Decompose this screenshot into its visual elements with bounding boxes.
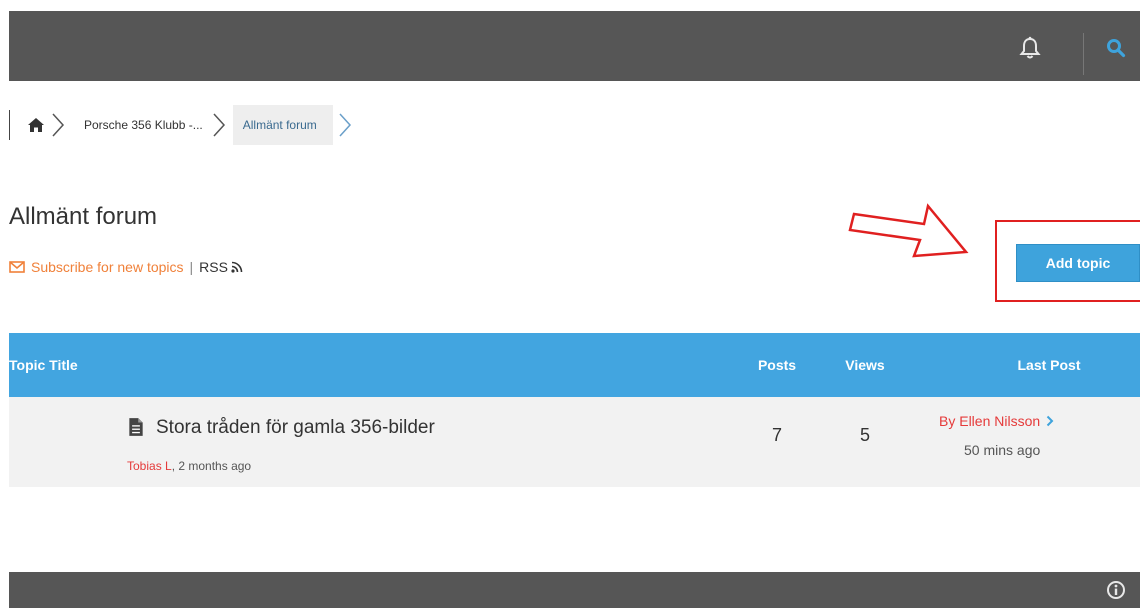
rss-link[interactable]: RSS bbox=[199, 259, 243, 275]
table-row-content: Stora tråden för gamla 356-bilder Tobias… bbox=[9, 333, 1140, 487]
search-icon[interactable] bbox=[1099, 31, 1133, 65]
subscribe-link[interactable]: Subscribe for new topics bbox=[9, 259, 184, 275]
envelope-icon bbox=[9, 261, 25, 273]
breadcrumb-current-label: Allmänt forum bbox=[242, 118, 317, 132]
rss-icon bbox=[231, 261, 243, 273]
chevron-right-icon bbox=[46, 105, 70, 145]
document-icon bbox=[129, 418, 143, 436]
last-post-author: By Ellen Nilsson bbox=[939, 413, 1041, 429]
separator: | bbox=[189, 259, 194, 275]
breadcrumb-item-current[interactable]: Allmänt forum bbox=[232, 105, 333, 145]
footer-bar bbox=[9, 572, 1140, 608]
add-topic-button[interactable]: Add topic bbox=[1016, 244, 1140, 282]
posts-count: 7 bbox=[771, 425, 782, 445]
annotation-arrow-icon bbox=[848, 203, 969, 258]
chevron-right-icon bbox=[207, 105, 231, 145]
bell-icon[interactable] bbox=[1013, 31, 1047, 65]
breadcrumb-divider bbox=[9, 110, 10, 140]
subscribe-label: Subscribe for new topics bbox=[31, 259, 184, 275]
home-icon[interactable] bbox=[26, 115, 46, 135]
top-navbar bbox=[9, 11, 1140, 81]
views-count: 5 bbox=[859, 425, 870, 445]
page-title: Allmänt forum bbox=[9, 203, 158, 230]
topic-author-link[interactable]: Tobias L bbox=[127, 459, 172, 473]
topic-age: , 2 months ago bbox=[171, 459, 252, 473]
topic-title-link[interactable]: Stora tråden för gamla 356-bilder bbox=[156, 417, 435, 439]
navbar-divider bbox=[1083, 33, 1084, 75]
info-icon[interactable] bbox=[1106, 580, 1126, 600]
breadcrumb-item-club[interactable]: Porsche 356 Klubb -... bbox=[84, 118, 203, 132]
subscribe-row: Subscribe for new topics | RSS bbox=[9, 259, 243, 275]
breadcrumb: Porsche 356 Klubb -... Allmänt forum bbox=[9, 105, 357, 145]
last-post-time: 50 mins ago bbox=[964, 442, 1041, 458]
last-post-author-link[interactable]: By Ellen Nilsson bbox=[939, 413, 1099, 429]
chevron-right-icon bbox=[333, 105, 357, 145]
chevron-right-icon bbox=[1046, 415, 1054, 427]
rss-label: RSS bbox=[199, 259, 228, 275]
topic-meta: Tobias L, 2 months ago bbox=[127, 459, 251, 473]
